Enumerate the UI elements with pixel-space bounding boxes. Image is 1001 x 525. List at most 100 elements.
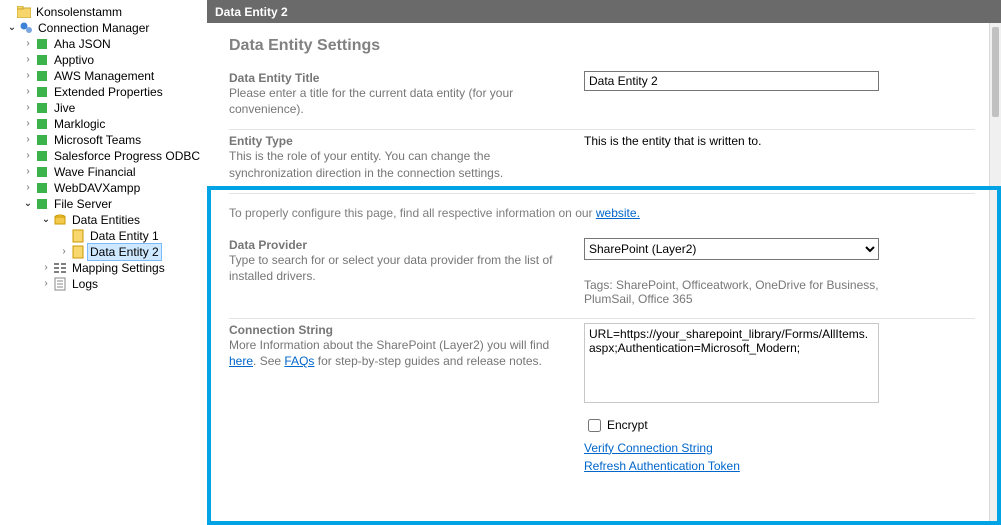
tree-item-label: Extended Properties <box>52 84 163 100</box>
expander-icon[interactable]: › <box>22 180 34 196</box>
tree-item-label: Mapping Settings <box>70 260 165 276</box>
tree-item[interactable]: › Extended Properties <box>2 84 207 100</box>
tree-root[interactable]: Konsolenstamm <box>2 4 207 20</box>
tree-item-label: Wave Financial <box>52 164 136 180</box>
website-link[interactable]: website. <box>596 206 640 220</box>
puzzle-icon <box>34 116 50 132</box>
expander-icon[interactable]: › <box>22 36 34 52</box>
expander-icon[interactable]: › <box>22 52 34 68</box>
puzzle-icon <box>34 52 50 68</box>
puzzle-icon <box>34 180 50 196</box>
scrollbar[interactable] <box>989 23 1001 525</box>
config-info-line: To properly configure this page, find al… <box>229 194 975 234</box>
section-title: Data Entity Settings <box>229 37 975 55</box>
refresh-token-link[interactable]: Refresh Authentication Token <box>584 459 740 473</box>
provider-tags: Tags: SharePoint, Officeatwork, OneDrive… <box>584 278 884 306</box>
field-label: Data Provider <box>229 238 568 252</box>
verify-connection-link[interactable]: Verify Connection String <box>584 441 713 455</box>
mapping-icon <box>52 260 68 276</box>
tree-item[interactable]: › Wave Financial <box>2 164 207 180</box>
tree-item-label: Jive <box>52 100 75 116</box>
tree-item[interactable]: › Apptivo <box>2 52 207 68</box>
connection-string-textarea[interactable] <box>584 323 879 403</box>
desc-text: for step-by-step guides and release note… <box>314 354 541 368</box>
here-link[interactable]: here <box>229 354 253 368</box>
entity-title-input[interactable] <box>584 71 879 91</box>
expander-icon[interactable]: › <box>40 260 52 276</box>
puzzle-icon <box>34 148 50 164</box>
faqs-link[interactable]: FAQs <box>284 354 314 368</box>
puzzle-icon <box>34 84 50 100</box>
tree-item-label: WebDAVXampp <box>52 180 140 196</box>
puzzle-icon <box>34 132 50 148</box>
tree-item[interactable]: › Marklogic <box>2 116 207 132</box>
expander-icon[interactable]: › <box>22 148 34 164</box>
tree-item-logs[interactable]: › Logs <box>2 276 207 292</box>
tree-item-label: Aha JSON <box>52 36 111 52</box>
expander-icon[interactable]: › <box>22 100 34 116</box>
navigation-tree: Konsolenstamm ⌄ Connection Manager › Aha … <box>0 0 207 525</box>
puzzle-icon <box>34 196 50 212</box>
tree-item-mapping-settings[interactable]: › Mapping Settings <box>2 260 207 276</box>
tree-item[interactable]: › AWS Management <box>2 68 207 84</box>
database-icon <box>52 212 68 228</box>
expander-icon[interactable]: › <box>58 244 70 260</box>
tree-item-label: Data Entities <box>70 212 140 228</box>
tree-item-data-entity-1[interactable]: Data Entity 1 <box>2 228 207 244</box>
tree-item-label: File Server <box>52 196 112 212</box>
entity-type-value: This is the entity that is written to. <box>584 134 761 148</box>
tree-item-label: Connection Manager <box>36 20 149 36</box>
field-label: Data Entity Title <box>229 71 568 85</box>
tree-item-connection-manager[interactable]: ⌄ Connection Manager <box>2 20 207 36</box>
puzzle-icon <box>34 100 50 116</box>
tree-item[interactable]: › Microsoft Teams <box>2 132 207 148</box>
tree-item-label: Marklogic <box>52 116 105 132</box>
tree-item-label: Logs <box>70 276 98 292</box>
entity-icon <box>70 244 86 260</box>
desc-text: More Information about the SharePoint (L… <box>229 338 549 352</box>
gear-cluster-icon <box>18 20 34 36</box>
data-provider-select[interactable]: SharePoint (Layer2) <box>584 238 879 260</box>
expander-icon[interactable]: ⌄ <box>6 20 18 36</box>
tree-item[interactable]: › Aha JSON <box>2 36 207 52</box>
encrypt-label: Encrypt <box>607 418 648 432</box>
expander-icon[interactable]: ⌄ <box>22 196 34 212</box>
panel-title-bar: Data Entity 2 <box>207 0 1001 23</box>
expander-icon[interactable]: › <box>22 164 34 180</box>
expander-icon[interactable]: › <box>22 68 34 84</box>
field-label: Connection String <box>229 323 568 337</box>
tree-item-file-server[interactable]: ⌄ File Server <box>2 196 207 212</box>
info-text: To properly configure this page, find al… <box>229 206 596 220</box>
tree-item-data-entities[interactable]: ⌄ Data Entities <box>2 212 207 228</box>
tree-item[interactable]: › WebDAVXampp <box>2 180 207 196</box>
tree-item-label: Microsoft Teams <box>52 132 141 148</box>
field-description: More Information about the SharePoint (L… <box>229 337 568 369</box>
desc-text: . See <box>253 354 284 368</box>
entity-icon <box>70 228 86 244</box>
encrypt-checkbox[interactable] <box>588 419 601 432</box>
logs-icon <box>52 276 68 292</box>
tree-item-label: Data Entity 2 <box>88 244 161 260</box>
puzzle-icon <box>34 68 50 84</box>
field-entity-type: Entity Type This is the role of your ent… <box>229 130 975 193</box>
tree-item[interactable]: ›Salesforce Progress ODBC <box>2 148 207 164</box>
expander-icon[interactable]: › <box>22 116 34 132</box>
field-data-provider: Data Provider Type to search for or sele… <box>229 234 975 319</box>
folder-icon <box>16 4 32 20</box>
tree-item-data-entity-2[interactable]: › Data Entity 2 <box>2 244 207 260</box>
tree-item[interactable]: › Jive <box>2 100 207 116</box>
expander-icon[interactable]: › <box>22 84 34 100</box>
expander-icon[interactable]: › <box>40 276 52 292</box>
main-panel: Data Entity 2 Data Entity Settings Data … <box>207 0 1001 525</box>
tree-item-label: AWS Management <box>52 68 154 84</box>
expander-icon[interactable]: ⌄ <box>40 212 52 228</box>
field-description: Type to search for or select your data p… <box>229 252 568 284</box>
field-connection-string: Connection String More Information about… <box>229 319 975 485</box>
tree-item-label: Apptivo <box>52 52 94 68</box>
panel-title: Data Entity 2 <box>215 5 288 19</box>
field-label: Entity Type <box>229 134 568 148</box>
tree-item-label: Data Entity 1 <box>88 228 159 244</box>
field-description: This is the role of your entity. You can… <box>229 148 568 180</box>
puzzle-icon <box>34 36 50 52</box>
expander-icon[interactable]: › <box>22 132 34 148</box>
